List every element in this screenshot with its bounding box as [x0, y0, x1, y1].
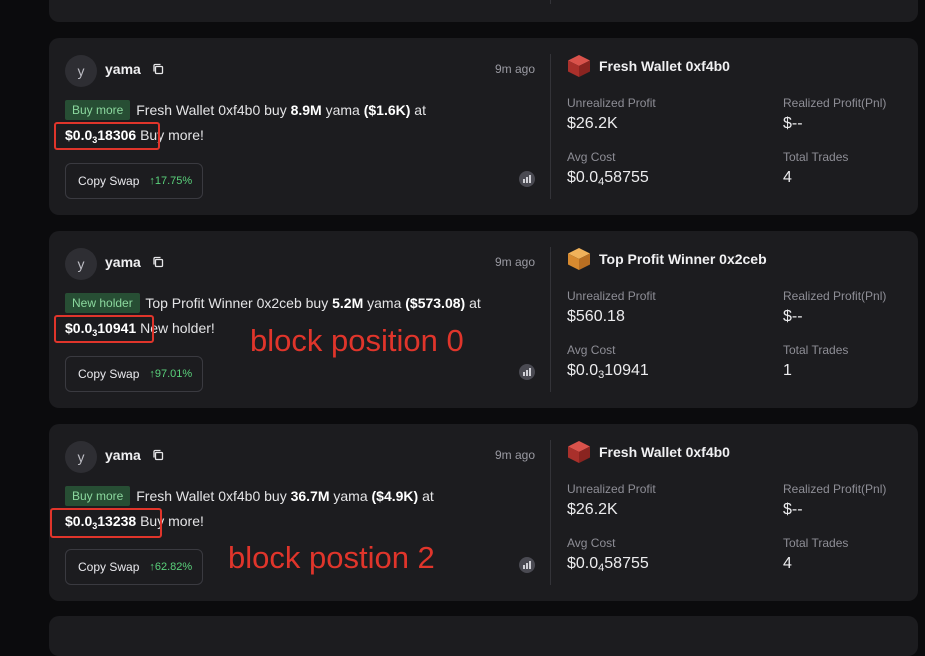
copy-icon[interactable]: [152, 63, 164, 75]
usd-amount: ($1.6K): [363, 102, 411, 118]
wallet-name: Fresh Wallet 0xf4b0: [599, 58, 730, 74]
copy-icon[interactable]: [152, 256, 164, 268]
cube-icon: [568, 55, 590, 77]
total-trades-value: 4: [783, 555, 792, 572]
copy-swap-button[interactable]: Copy Swap ↑17.75%: [65, 163, 204, 199]
alert-main: y yama 9m ago Buy more Fresh Wallet 0xf4…: [49, 38, 550, 215]
avg-cost-value: $0.0310941: [567, 362, 649, 381]
copy-swap-button[interactable]: Copy Swap ↑97.01%: [65, 356, 204, 392]
timestamp: 9m ago: [494, 255, 535, 269]
message-text: yama: [321, 102, 364, 118]
realized-profit-value: $--: [783, 115, 803, 132]
avg-cost-value: $0.0458755: [567, 169, 649, 188]
message-text: yama: [329, 488, 372, 504]
price-highlight-box: [50, 508, 162, 538]
avatar: y: [65, 55, 97, 87]
avg-cost-label: Avg Cost: [567, 536, 616, 550]
gain-percent: ↑62.82%: [149, 561, 193, 573]
avatar: y: [65, 248, 97, 280]
price-highlight-box: [54, 315, 154, 343]
realized-profit-label: Realized Profit(Pnl): [783, 96, 887, 110]
message-text: at: [418, 488, 434, 504]
wallet-name: Fresh Wallet 0xf4b0: [599, 444, 730, 460]
realized-profit-value: $--: [783, 308, 803, 325]
cube-icon: [568, 248, 590, 270]
buy-amount: 5.2M: [332, 295, 364, 311]
chart-icon[interactable]: [519, 557, 535, 573]
realized-profit-value: $--: [783, 501, 803, 518]
unrealized-profit-label: Unrealized Profit: [567, 96, 656, 110]
timestamp: 9m ago: [494, 62, 535, 76]
status-badge: Buy more: [65, 486, 131, 506]
unrealized-profit-value: $26.2K: [567, 115, 618, 132]
unrealized-profit-value: $560.18: [567, 308, 625, 325]
previous-alert-card: [49, 0, 918, 22]
message-text: yama: [363, 295, 406, 311]
total-trades-label: Total Trades: [783, 536, 849, 550]
card-divider: [550, 0, 551, 4]
message-text: Top Profit Winner 0x2ceb buy: [145, 295, 333, 311]
gain-percent: ↑97.01%: [149, 368, 193, 380]
wallet-stats: Fresh Wallet 0xf4b0 Unrealized Profit $2…: [551, 424, 918, 601]
status-badge: Buy more: [65, 100, 131, 120]
cube-icon: [568, 441, 590, 463]
copy-swap-label: Copy Swap: [78, 174, 140, 188]
buy-amount: 8.9M: [290, 102, 322, 118]
timestamp: 9m ago: [494, 448, 535, 462]
usd-amount: ($4.9K): [371, 488, 419, 504]
copy-swap-label: Copy Swap: [78, 367, 140, 381]
total-trades-label: Total Trades: [783, 150, 849, 164]
usd-amount: ($573.08): [405, 295, 466, 311]
chart-icon[interactable]: [519, 171, 535, 187]
total-trades-value: 4: [783, 169, 792, 186]
total-trades-value: 1: [783, 362, 792, 379]
realized-profit-label: Realized Profit(Pnl): [783, 289, 887, 303]
alert-card: y yama 9m ago New holder Top Profit Winn…: [49, 231, 918, 408]
unrealized-profit-label: Unrealized Profit: [567, 289, 656, 303]
unrealized-profit-value: $26.2K: [567, 501, 618, 518]
copy-swap-label: Copy Swap: [78, 560, 140, 574]
copy-icon[interactable]: [152, 449, 164, 461]
wallet-name: Top Profit Winner 0x2ceb: [599, 251, 767, 267]
alert-card: y yama 9m ago Buy more Fresh Wallet 0xf4…: [49, 424, 918, 601]
alert-card: y yama 9m ago Buy more Fresh Wallet 0xf4…: [49, 38, 918, 215]
wallet-stats: Fresh Wallet 0xf4b0 Unrealized Profit $2…: [551, 38, 918, 215]
price-highlight-box: [54, 122, 160, 150]
buy-amount: 36.7M: [290, 488, 330, 504]
unrealized-profit-label: Unrealized Profit: [567, 482, 656, 496]
copy-swap-button[interactable]: Copy Swap ↑62.82%: [65, 549, 204, 585]
total-trades-label: Total Trades: [783, 343, 849, 357]
alert-main: y yama 9m ago New holder Top Profit Winn…: [49, 231, 550, 408]
message-text: Fresh Wallet 0xf4b0 buy: [136, 488, 291, 504]
annotation-block-position-2: block postion 2: [228, 540, 435, 575]
token-name: yama: [105, 61, 141, 77]
avg-cost-value: $0.0458755: [567, 555, 649, 574]
avg-cost-label: Avg Cost: [567, 343, 616, 357]
realized-profit-label: Realized Profit(Pnl): [783, 482, 887, 496]
annotation-block-position-0: block position 0: [250, 323, 464, 358]
message-text: at: [465, 295, 481, 311]
avg-cost-label: Avg Cost: [567, 150, 616, 164]
token-name: yama: [105, 254, 141, 270]
message-text: Fresh Wallet 0xf4b0 buy: [136, 102, 291, 118]
chart-icon[interactable]: [519, 364, 535, 380]
gain-percent: ↑17.75%: [149, 175, 193, 187]
next-alert-card: [49, 616, 918, 656]
token-name: yama: [105, 447, 141, 463]
avatar: y: [65, 441, 97, 473]
message-text: at: [410, 102, 426, 118]
wallet-stats: Top Profit Winner 0x2ceb Unrealized Prof…: [551, 231, 918, 408]
status-badge: New holder: [65, 293, 140, 313]
